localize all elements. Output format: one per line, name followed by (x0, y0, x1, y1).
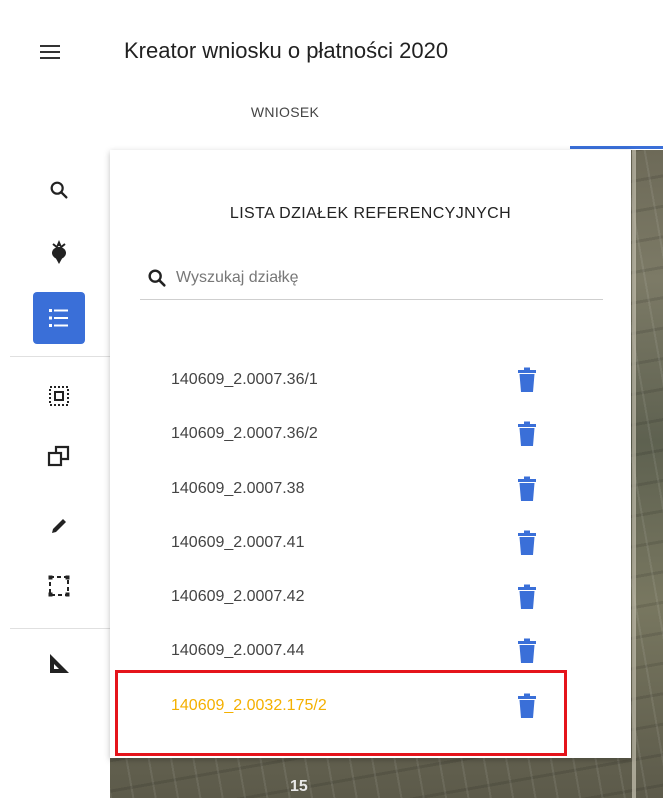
trash-icon[interactable] (516, 638, 538, 664)
map-label: 15 (290, 778, 308, 795)
tab-indicator (570, 146, 663, 149)
beet-icon (52, 240, 66, 264)
list-item[interactable]: 140609_2.0007.38 (110, 468, 631, 512)
parcel-search-input[interactable] (176, 262, 596, 294)
trash-icon[interactable] (516, 584, 538, 610)
edit-tool-button[interactable] (33, 500, 85, 552)
trash-icon[interactable] (516, 421, 538, 447)
crop-tool-button[interactable] (33, 226, 85, 278)
left-toolbar (0, 150, 110, 798)
toolbar-divider (10, 628, 110, 629)
tab-wniosek[interactable]: WNIOSEK (210, 104, 360, 120)
menu-icon[interactable] (40, 43, 62, 61)
copy-tool-button[interactable] (33, 430, 85, 482)
parcel-label: 140609_2.0007.38 (171, 480, 305, 497)
search-tool-button[interactable] (33, 164, 85, 216)
trash-icon[interactable] (516, 476, 538, 502)
map-road (632, 150, 636, 798)
list-item[interactable]: 140609_2.0007.41 (110, 522, 631, 566)
list-icon (49, 309, 68, 327)
rectangle-select-icon (48, 575, 70, 597)
trash-icon[interactable] (516, 530, 538, 556)
select-parcel-icon (49, 386, 69, 406)
trash-icon[interactable] (516, 367, 538, 393)
parcel-label: 140609_2.0007.36/1 (171, 371, 318, 388)
pencil-icon (52, 519, 66, 533)
list-item[interactable]: 140609_2.0007.42 (110, 576, 631, 620)
app-header: Kreator wniosku o płatności 2020 WNIOSEK (0, 0, 663, 150)
highlight-box (115, 670, 567, 756)
reference-parcels-panel: LISTA DZIAŁEK REFERENCYJNYCH 140609_2.00… (110, 150, 631, 758)
panel-title: LISTA DZIAŁEK REFERENCYJNYCH (229, 205, 512, 222)
ruler-triangle-icon (50, 654, 69, 673)
list-tool-button[interactable] (33, 292, 85, 344)
parcel-label: 140609_2.0007.42 (171, 588, 305, 605)
copy-icon (47, 445, 70, 467)
app-title: Kreator wniosku o płatności 2020 (124, 38, 449, 63)
measure-tool-button[interactable] (33, 638, 85, 690)
select-parcel-tool-button[interactable] (33, 370, 85, 422)
parcel-label: 140609_2.0007.41 (171, 534, 305, 551)
parcel-label: 140609_2.0007.44 (171, 642, 305, 659)
search-bar (140, 258, 603, 300)
list-item[interactable]: 140609_2.0007.44 (110, 630, 631, 674)
list-item[interactable]: 140609_2.0007.36/1 (110, 359, 631, 403)
search-icon (148, 269, 166, 287)
search-icon (50, 181, 68, 199)
rectangle-select-tool-button[interactable] (33, 560, 85, 612)
list-item[interactable]: 140609_2.0007.36/2 (110, 413, 631, 457)
toolbar-divider (10, 356, 110, 357)
parcel-label: 140609_2.0007.36/2 (171, 425, 318, 442)
